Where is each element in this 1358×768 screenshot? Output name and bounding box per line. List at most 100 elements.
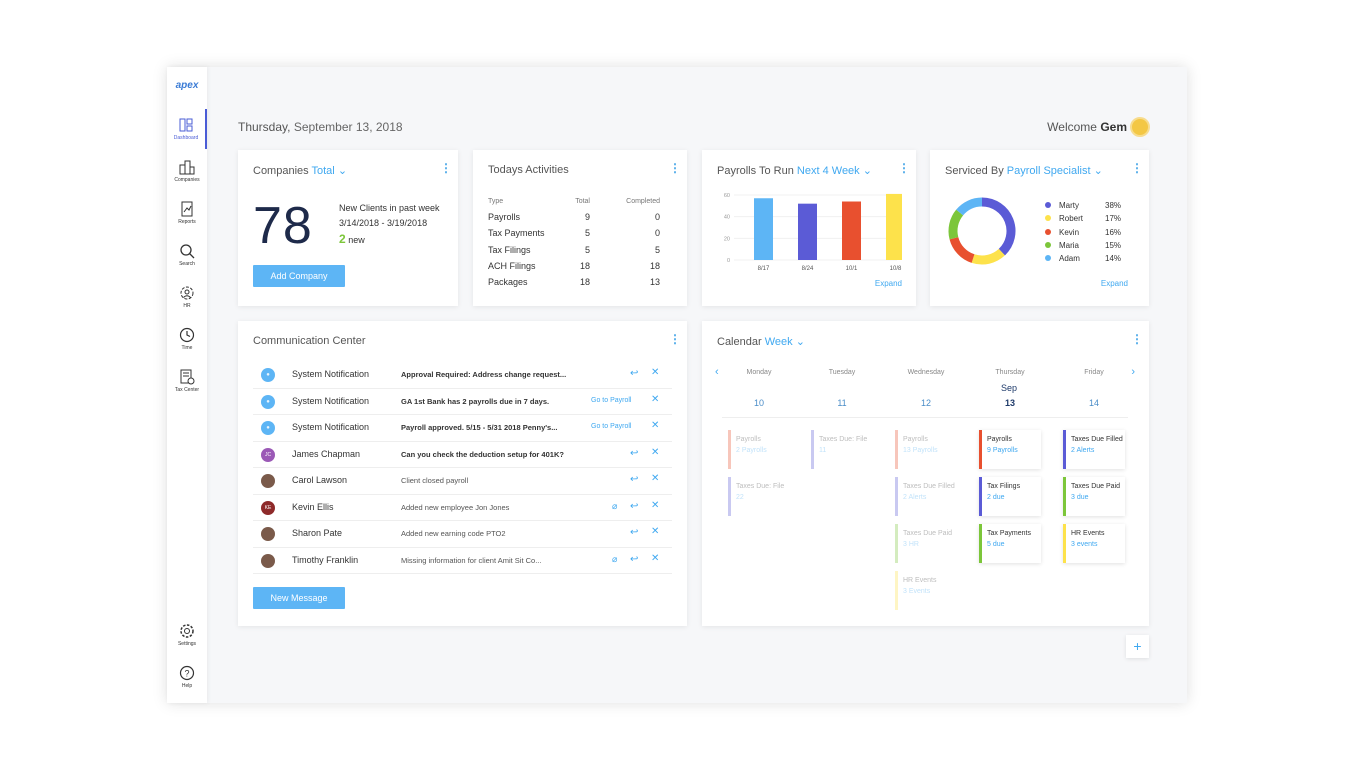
- slice-adam[interactable]: [956, 197, 983, 216]
- calendar-day-number[interactable]: 12: [896, 398, 956, 408]
- legend-label: Kevin: [1059, 227, 1080, 237]
- kebab-menu-icon[interactable]: ⋮: [669, 333, 681, 345]
- calendar-event[interactable]: Tax Payments 5 due: [979, 524, 1041, 563]
- slice-robert[interactable]: [971, 248, 1005, 265]
- close-icon[interactable]: ✕: [651, 500, 659, 511]
- calendar-event[interactable]: Taxes Due Filled 2 Alerts: [895, 477, 957, 516]
- activity-type-link[interactable]: ACH Filings: [488, 258, 564, 274]
- calendar-event[interactable]: Tax Filings 2 due: [979, 477, 1041, 516]
- calendar-day-number[interactable]: 13: [980, 398, 1040, 408]
- reply-icon[interactable]: ↩: [630, 554, 638, 565]
- close-icon[interactable]: ✕: [651, 526, 659, 537]
- serviced-filter-dropdown[interactable]: Payroll Specialist ⌄: [1007, 165, 1103, 177]
- list-item[interactable]: ● System Notification Approval Required: A…: [253, 362, 672, 389]
- calendar-day-number[interactable]: 10: [729, 398, 789, 408]
- activity-type-link[interactable]: Payrolls: [488, 209, 564, 225]
- event-title: HR Events: [1071, 530, 1105, 537]
- event-title: Tax Payments: [987, 530, 1031, 537]
- user-avatar[interactable]: [1130, 117, 1150, 137]
- calendar-event[interactable]: Taxes Due Paid 3 HR: [895, 524, 957, 563]
- go-to-payroll-link[interactable]: Go to Payroll: [591, 423, 631, 430]
- calendar-event[interactable]: Taxes Due: File 22: [728, 477, 790, 516]
- close-icon[interactable]: ✕: [651, 553, 659, 564]
- calendar-event[interactable]: HR Events 3 events: [1063, 524, 1125, 563]
- kebab-menu-icon[interactable]: ⋮: [669, 162, 681, 174]
- activity-type-link[interactable]: Tax Payments: [488, 225, 564, 241]
- reply-icon[interactable]: ↩: [630, 527, 638, 538]
- slice-kevin[interactable]: [949, 236, 975, 263]
- reply-icon[interactable]: ↩: [630, 368, 638, 379]
- nav-search[interactable]: Search: [167, 235, 207, 275]
- calendar-event[interactable]: Payrolls 13 Payrolls: [895, 430, 957, 469]
- kebab-menu-icon[interactable]: ⋮: [440, 162, 452, 174]
- calendar-filter-dropdown[interactable]: Week ⌄: [765, 336, 805, 348]
- close-icon[interactable]: ✕: [651, 473, 659, 484]
- payrolls-expand-link[interactable]: Expand: [875, 279, 902, 288]
- calendar-event[interactable]: Payrolls 9 Payrolls: [979, 430, 1041, 469]
- calendar-day-number[interactable]: 11: [812, 398, 872, 408]
- chevron-down-icon: ⌄: [795, 336, 805, 348]
- bar-10/1[interactable]: [842, 201, 861, 261]
- go-to-payroll-link[interactable]: Go to Payroll: [591, 397, 631, 404]
- calendar-event[interactable]: Taxes Due: File 11: [811, 430, 873, 469]
- list-item[interactable]: JC James Chapman Can you check the deducti…: [253, 442, 672, 468]
- calendar-day-name: Tuesday: [828, 369, 856, 376]
- attachment-icon[interactable]: ⌀: [612, 501, 617, 512]
- calendar-event[interactable]: Taxes Due Filled 2 Alerts: [1063, 430, 1125, 469]
- nav-help[interactable]: ? Help: [167, 657, 207, 697]
- payrolls-filter-dropdown[interactable]: Next 4 Week ⌄: [797, 165, 872, 177]
- message-text: GA 1st Bank has 2 payrolls due in 7 days…: [401, 396, 550, 406]
- sender-name: Kevin Ellis: [292, 501, 334, 512]
- nav-hr[interactable]: HR: [167, 277, 207, 317]
- close-icon[interactable]: ✕: [651, 420, 659, 431]
- bar-10/8[interactable]: [886, 193, 902, 260]
- list-item[interactable]: Carol Lawson Client closed payroll ↩ ✕: [253, 468, 672, 495]
- clock-icon: [179, 327, 195, 343]
- calendar-event[interactable]: HR Events 3 Events: [895, 571, 957, 610]
- list-item[interactable]: ● System Notification Payroll approved. 5/…: [253, 415, 672, 442]
- kebab-menu-icon[interactable]: ⋮: [1131, 333, 1143, 345]
- nav-dashboard[interactable]: Dashboard: [167, 109, 207, 149]
- list-item[interactable]: ● System Notification GA 1st Bank has 2 pa…: [253, 389, 672, 415]
- chevron-right-icon[interactable]: ›: [1131, 366, 1135, 378]
- message-text: Client closed payroll: [401, 476, 469, 485]
- slice-maria[interactable]: [948, 209, 964, 240]
- activity-total: 18: [579, 261, 590, 272]
- bar-8/17[interactable]: [754, 198, 773, 260]
- nav-time[interactable]: Time: [167, 319, 207, 359]
- calendar-title: Calendar Week ⌄: [717, 335, 805, 348]
- activity-type-link[interactable]: Tax Filings: [488, 242, 564, 258]
- kebab-menu-icon[interactable]: ⋮: [1131, 162, 1143, 174]
- payrolls-title: Payrolls To Run Next 4 Week ⌄: [717, 164, 872, 177]
- list-item[interactable]: KE Kevin Ellis Added new employee Jon Jone…: [253, 495, 672, 521]
- calendar-event[interactable]: Taxes Due Paid 3 due: [1063, 477, 1125, 516]
- calendar-event[interactable]: Payrolls 2 Payrolls: [728, 430, 790, 469]
- companies-filter-dropdown[interactable]: Total ⌄: [312, 165, 348, 177]
- nav-reports[interactable]: Reports: [167, 193, 207, 233]
- apex-logo[interactable]: apex: [172, 80, 202, 91]
- reply-icon[interactable]: ↩: [630, 501, 638, 512]
- close-icon[interactable]: ✕: [651, 394, 659, 405]
- nav-tax-center[interactable]: Tax Center: [167, 361, 207, 401]
- reply-icon[interactable]: ↩: [630, 448, 638, 459]
- new-message-button[interactable]: New Message: [253, 587, 345, 609]
- chevron-left-icon[interactable]: ‹: [715, 366, 719, 378]
- activity-type-link[interactable]: Packages: [488, 274, 564, 290]
- list-item[interactable]: Sharon Pate Added new earning code PTO2 ↩ ✕: [253, 521, 672, 548]
- calendar-day-number[interactable]: 14: [1064, 398, 1124, 408]
- add-widget-button[interactable]: +: [1126, 635, 1149, 658]
- nav-companies[interactable]: Companies: [167, 151, 207, 191]
- reply-icon[interactable]: ↩: [630, 474, 638, 485]
- event-subtitle: 3 HR: [903, 541, 919, 548]
- list-item[interactable]: Timothy Franklin Missing information for …: [253, 548, 672, 574]
- close-icon[interactable]: ✕: [651, 447, 659, 458]
- slice-marty[interactable]: [981, 197, 1016, 256]
- serviced-expand-link[interactable]: Expand: [1101, 279, 1128, 288]
- kebab-menu-icon[interactable]: ⋮: [898, 162, 910, 174]
- attachment-icon[interactable]: ⌀: [612, 554, 617, 565]
- close-icon[interactable]: ✕: [651, 367, 659, 378]
- bar-8/24[interactable]: [798, 203, 817, 260]
- add-company-button[interactable]: Add Company: [253, 265, 345, 287]
- nav-settings[interactable]: Settings: [167, 615, 207, 655]
- header-type: Type: [488, 197, 504, 205]
